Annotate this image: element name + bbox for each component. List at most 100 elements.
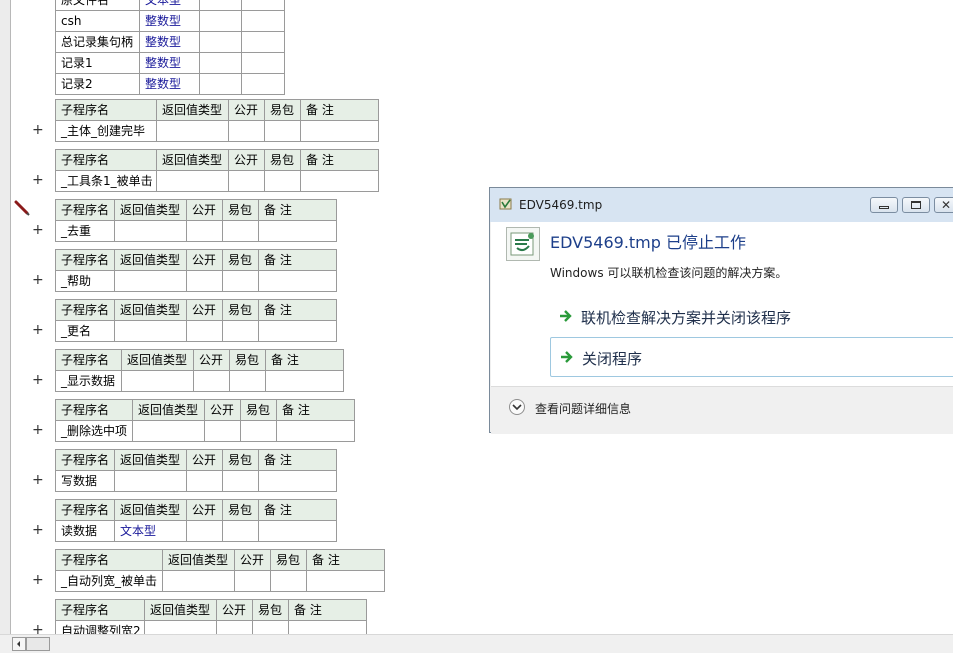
subroutine-public[interactable]: [193, 370, 230, 392]
subroutine-row[interactable]: _删除选中项: [55, 420, 355, 442]
subroutine-return-type[interactable]: [156, 120, 229, 142]
subroutine-easy-package[interactable]: [222, 470, 259, 492]
expand-toggle[interactable]: +: [32, 573, 44, 587]
scroll-thumb[interactable]: [26, 637, 50, 651]
variable-remark[interactable]: [241, 0, 285, 11]
subroutine-return-type[interactable]: [121, 370, 194, 392]
subroutine-public[interactable]: [186, 270, 223, 292]
variable-array[interactable]: [199, 73, 242, 95]
subroutine-easy-package[interactable]: [240, 420, 277, 442]
close-button[interactable]: ✕: [934, 197, 953, 213]
subroutine-name[interactable]: _工具条1_被单击: [55, 170, 157, 192]
subroutine-remark[interactable]: [276, 420, 355, 442]
subroutine-name[interactable]: _主体_创建完毕: [55, 120, 157, 142]
subroutine-return-type[interactable]: [114, 220, 187, 242]
subroutine-public[interactable]: [234, 570, 271, 592]
subroutine-easy-package[interactable]: [264, 170, 301, 192]
subroutine-easy-package[interactable]: [222, 320, 259, 342]
subroutine-return-type[interactable]: [132, 420, 205, 442]
subroutine-return-type[interactable]: [156, 170, 229, 192]
subroutine-row[interactable]: _主体_创建完毕: [55, 120, 379, 142]
variable-remark[interactable]: [241, 10, 285, 32]
subroutine-row[interactable]: _工具条1_被单击: [55, 170, 379, 192]
variable-array[interactable]: [199, 52, 242, 74]
subroutine-easy-package[interactable]: [264, 120, 301, 142]
subroutine-remark[interactable]: [265, 370, 344, 392]
expand-toggle[interactable]: +: [32, 173, 44, 187]
subroutine-remark[interactable]: [258, 520, 337, 542]
expand-toggle[interactable]: +: [32, 273, 44, 287]
maximize-button[interactable]: [902, 197, 930, 213]
variable-name[interactable]: 总记录集句柄: [55, 31, 140, 53]
expand-toggle[interactable]: +: [32, 523, 44, 537]
subroutine-public[interactable]: [186, 220, 223, 242]
subroutine-row[interactable]: _帮助: [55, 270, 337, 292]
subroutine-name[interactable]: _自动列宽_被单击: [55, 570, 163, 592]
subroutine-easy-package[interactable]: [222, 220, 259, 242]
subroutine-return-type[interactable]: [114, 320, 187, 342]
variable-type[interactable]: 整数型: [139, 73, 200, 95]
variable-remark[interactable]: [241, 73, 285, 95]
subroutine-remark[interactable]: [300, 120, 379, 142]
subroutine-remark[interactable]: [258, 270, 337, 292]
variable-row[interactable]: 原文件名 文本型: [55, 0, 285, 11]
variable-name[interactable]: 记录1: [55, 52, 140, 74]
variable-row[interactable]: 记录1 整数型: [55, 52, 285, 74]
subroutine-public[interactable]: [186, 520, 223, 542]
subroutine-name[interactable]: _更名: [55, 320, 115, 342]
subroutine-name[interactable]: _删除选中项: [55, 420, 133, 442]
subroutine-remark[interactable]: [258, 320, 337, 342]
variable-row[interactable]: 记录2 整数型: [55, 73, 285, 95]
expand-toggle[interactable]: +: [32, 473, 44, 487]
variable-array[interactable]: [199, 10, 242, 32]
subroutine-name[interactable]: 写数据: [55, 470, 115, 492]
subroutine-name[interactable]: 读数据: [55, 520, 115, 542]
variable-type[interactable]: 整数型: [139, 10, 200, 32]
variable-row[interactable]: csh 整数型: [55, 10, 285, 32]
subroutine-public[interactable]: [204, 420, 241, 442]
subroutine-remark[interactable]: [258, 220, 337, 242]
subroutine-name[interactable]: _帮助: [55, 270, 115, 292]
subroutine-easy-package[interactable]: [270, 570, 307, 592]
expand-toggle[interactable]: +: [32, 423, 44, 437]
subroutine-return-type[interactable]: 文本型: [114, 520, 187, 542]
dialog-titlebar[interactable]: EDV5469.tmp ✕: [490, 188, 953, 222]
variable-type[interactable]: 整数型: [139, 31, 200, 53]
subroutine-easy-package[interactable]: [229, 370, 266, 392]
variable-remark[interactable]: [241, 31, 285, 53]
subroutine-name[interactable]: _去重: [55, 220, 115, 242]
subroutine-public[interactable]: [186, 470, 223, 492]
variable-type[interactable]: 文本型: [139, 0, 200, 11]
expand-toggle[interactable]: +: [32, 373, 44, 387]
subroutine-easy-package[interactable]: [222, 520, 259, 542]
subroutine-row[interactable]: _显示数据: [55, 370, 344, 392]
subroutine-public[interactable]: [186, 320, 223, 342]
expand-details-button[interactable]: [509, 399, 525, 415]
subroutine-remark[interactable]: [258, 470, 337, 492]
variable-type[interactable]: 整数型: [139, 52, 200, 74]
variable-name[interactable]: csh: [55, 10, 140, 32]
variable-name[interactable]: 记录2: [55, 73, 140, 95]
subroutine-remark[interactable]: [306, 570, 385, 592]
scroll-left-button[interactable]: [12, 637, 26, 651]
subroutine-row[interactable]: _更名: [55, 320, 337, 342]
view-details-label[interactable]: 查看问题详细信息: [535, 400, 631, 417]
subroutine-return-type[interactable]: [162, 570, 235, 592]
expand-toggle[interactable]: +: [32, 323, 44, 337]
subroutine-remark[interactable]: [300, 170, 379, 192]
variable-row[interactable]: 总记录集句柄 整数型: [55, 31, 285, 53]
minimize-button[interactable]: [870, 197, 898, 213]
horizontal-scrollbar[interactable]: [0, 634, 953, 653]
subroutine-name[interactable]: _显示数据: [55, 370, 122, 392]
variable-name[interactable]: 原文件名: [55, 0, 140, 11]
variable-array[interactable]: [199, 31, 242, 53]
check-online-option[interactable]: 联机检查解决方案并关闭该程序: [550, 297, 953, 337]
subroutine-row[interactable]: 写数据: [55, 470, 337, 492]
subroutine-easy-package[interactable]: [222, 270, 259, 292]
subroutine-public[interactable]: [228, 120, 265, 142]
expand-toggle[interactable]: +: [32, 123, 44, 137]
close-program-option[interactable]: 关闭程序: [550, 337, 953, 377]
variable-remark[interactable]: [241, 52, 285, 74]
subroutine-row[interactable]: 读数据 文本型: [55, 520, 337, 542]
subroutine-return-type[interactable]: [114, 470, 187, 492]
